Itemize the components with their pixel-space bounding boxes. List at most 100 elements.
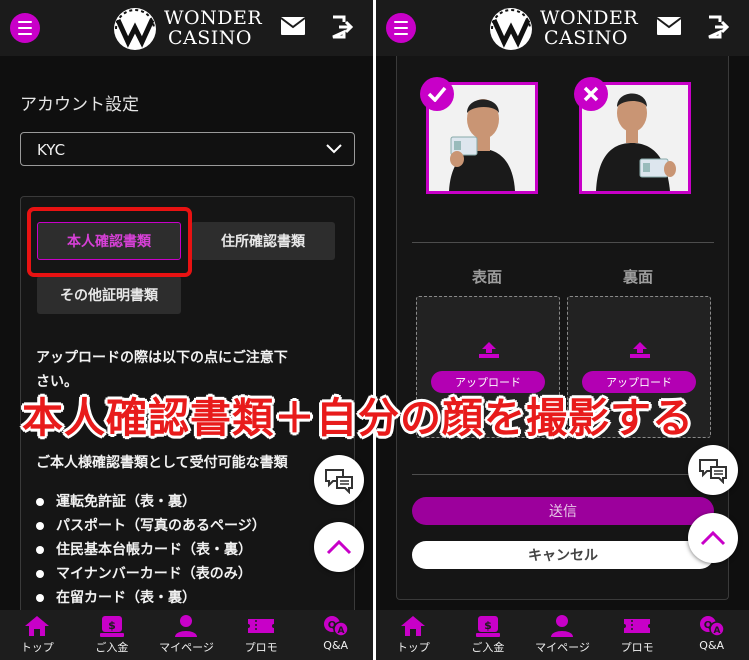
section-title: アカウント設定 <box>20 95 139 115</box>
nav-item-promo[interactable]: プロモ <box>224 610 299 660</box>
back-side-label: 裏面 <box>623 268 654 286</box>
nav-label: ご入金 <box>471 641 505 654</box>
bottom-nav: トップ $ ご入金 マイページ プロモ QA Q&A <box>376 610 749 660</box>
nav-label: Q&A <box>699 639 725 652</box>
accepted-docs-heading: ご本人様確認書類として受付可能な書類 <box>36 455 288 471</box>
nav-item-mypage[interactable]: マイページ <box>149 610 224 660</box>
chevron-down-icon <box>326 144 342 154</box>
cross-icon <box>583 86 599 102</box>
logo-text: WONDER CASINO <box>164 8 262 48</box>
send-button[interactable]: 送信 <box>412 497 714 525</box>
nav-label: マイページ <box>535 641 590 654</box>
mail-icon[interactable] <box>656 16 682 36</box>
nav-label: プロモ <box>620 641 654 654</box>
document-list: 運転免許証（表・裏） パスポート（写真のあるページ） 住民基本台帳カード（表・裏… <box>36 490 266 610</box>
app-header: WONDER CASINO <box>376 0 749 56</box>
nav-item-promo[interactable]: プロモ <box>600 610 675 660</box>
bullet-icon <box>36 594 44 602</box>
logo-line2: CASINO <box>168 27 252 49</box>
logo-line1: WONDER <box>164 7 263 29</box>
mail-icon[interactable] <box>280 16 306 36</box>
correct-badge <box>420 77 454 111</box>
list-item: パスポート（写真のあるページ） <box>36 514 266 538</box>
nav-label: Q&A <box>323 639 349 652</box>
logo-text: WONDER CASINO <box>540 8 638 48</box>
list-item: 運転免許証（表・裏） <box>36 490 266 514</box>
divider <box>412 242 714 243</box>
nav-item-qa[interactable]: QA Q&A <box>298 610 373 660</box>
tab-address-docs[interactable]: 住所確認書類 <box>191 222 335 260</box>
svg-text:$: $ <box>108 619 116 632</box>
svg-text:A: A <box>337 626 344 636</box>
menu-button[interactable] <box>10 13 40 43</box>
bullet-icon <box>36 570 44 578</box>
svg-text:Q: Q <box>703 620 712 631</box>
nav-label: トップ <box>396 641 430 654</box>
left-screen: WONDER CASINO アカウント設定 KYC 本人確認書類 住所確認書類 … <box>0 0 373 660</box>
logo-line2: CASINO <box>544 27 628 49</box>
front-side-label: 表面 <box>472 268 503 286</box>
ticket-icon <box>248 619 275 633</box>
svg-text:Q: Q <box>327 620 336 631</box>
select-value: KYC <box>37 141 66 159</box>
bullet-icon <box>36 498 44 506</box>
upload-icon <box>630 342 650 358</box>
chat-bubbles-icon <box>325 469 353 494</box>
nav-item-deposit[interactable]: $ ご入金 <box>75 610 150 660</box>
list-item: 住民基本台帳カード（表・裏） <box>36 538 266 562</box>
bottom-nav: トップ $ ご入金 マイページ プロモ QA Q&A <box>0 610 373 660</box>
incorrect-badge <box>574 77 608 111</box>
chat-button[interactable] <box>688 445 738 495</box>
wonder-casino-logo[interactable]: WONDER CASINO <box>488 4 648 52</box>
menu-button[interactable] <box>386 13 416 43</box>
scroll-top-button[interactable] <box>688 513 738 563</box>
list-item-label: 住民基本台帳カード（表・裏） <box>56 542 252 558</box>
logo-mark-icon <box>490 8 532 50</box>
app-header: WONDER CASINO <box>0 0 373 56</box>
svg-text:$: $ <box>484 619 492 632</box>
list-item-label: マイナンバーカード（表のみ） <box>56 566 252 582</box>
qa-icon: QA <box>699 616 725 637</box>
right-screen: WONDER CASINO 表面 裏面 アップロード アップロード 送信 キャン… <box>373 0 749 660</box>
nav-item-qa[interactable]: QA Q&A <box>674 610 749 660</box>
chat-button[interactable] <box>314 455 364 505</box>
bullet-icon <box>36 546 44 554</box>
list-item-label: 在留カード（表・裏） <box>56 590 196 606</box>
chevron-up-icon <box>700 530 726 546</box>
list-item-label: パスポート（写真のあるページ） <box>56 518 266 534</box>
notice-line1: アップロードの際は以下の点にご注意下 <box>36 350 288 366</box>
user-icon <box>551 615 574 637</box>
nav-label: ご入金 <box>95 641 129 654</box>
qa-icon: QA <box>323 616 349 637</box>
nav-label: トップ <box>20 641 54 654</box>
scroll-top-button[interactable] <box>314 522 364 572</box>
instruction-caption: 本人確認書類＋自分の顔を撮影する <box>22 394 694 442</box>
user-icon <box>175 615 198 637</box>
tab-other-docs[interactable]: その他証明書類 <box>37 276 181 314</box>
list-item: 在留カード（表・裏） <box>36 586 266 610</box>
nav-label: プロモ <box>244 641 278 654</box>
logo-mark-icon <box>114 8 156 50</box>
ticket-icon <box>624 619 651 633</box>
nav-item-top[interactable]: トップ <box>376 610 451 660</box>
nav-item-deposit[interactable]: $ ご入金 <box>451 610 526 660</box>
nav-item-top[interactable]: トップ <box>0 610 75 660</box>
bullet-icon <box>36 522 44 530</box>
list-item: マイナンバーカード（表のみ） <box>36 562 266 586</box>
home-icon <box>25 616 50 636</box>
wonder-casino-logo[interactable]: WONDER CASINO <box>112 4 272 52</box>
upload-icon <box>479 342 499 358</box>
chat-bubbles-icon <box>699 459 727 484</box>
logo-line1: WONDER <box>540 7 639 29</box>
check-icon <box>427 86 447 102</box>
deposit-icon: $ <box>475 616 500 637</box>
home-icon <box>401 616 426 636</box>
nav-item-mypage[interactable]: マイページ <box>525 610 600 660</box>
logout-icon[interactable] <box>329 14 355 40</box>
cancel-button[interactable]: キャンセル <box>412 541 714 569</box>
highlight-box <box>27 207 192 277</box>
logout-icon[interactable] <box>705 14 731 40</box>
list-item-label: 運転免許証（表・裏） <box>56 494 196 510</box>
nav-label: マイページ <box>159 641 214 654</box>
kyc-select[interactable]: KYC <box>20 132 355 166</box>
